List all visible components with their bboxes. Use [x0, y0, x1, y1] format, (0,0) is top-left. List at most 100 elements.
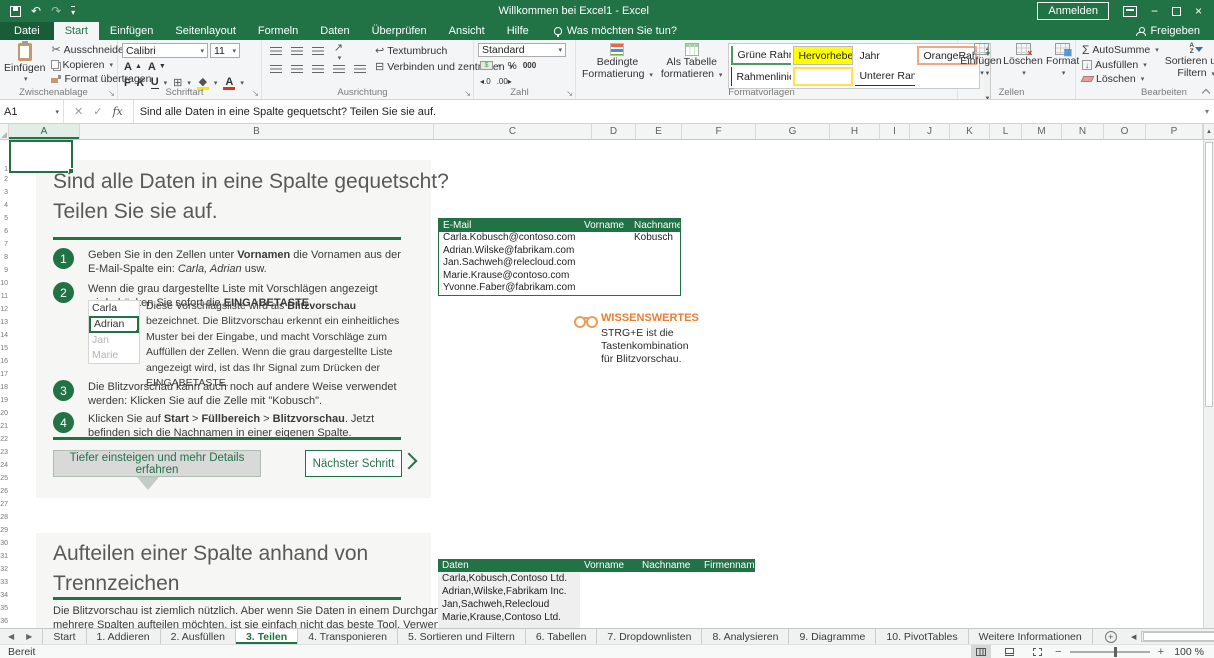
cell-style-unterer-rand[interactable]: Unterer Rand — [855, 67, 915, 86]
row-header[interactable]: 2 — [0, 173, 9, 186]
table-cell[interactable] — [630, 270, 680, 283]
select-all-corner[interactable] — [0, 124, 9, 139]
table-cell[interactable] — [580, 598, 638, 611]
restore-button[interactable] — [1172, 7, 1181, 16]
column-header-l[interactable]: L — [990, 124, 1022, 139]
orientation-button[interactable]: ↗▾ — [329, 44, 348, 60]
column-header-k[interactable]: K — [950, 124, 990, 139]
table-cell[interactable] — [638, 572, 700, 585]
row-header[interactable]: 11 — [0, 290, 9, 303]
table-cell[interactable] — [580, 611, 638, 624]
accounting-format-button[interactable]: $▾ — [478, 58, 504, 73]
row-header[interactable]: 21 — [0, 420, 9, 433]
page-layout-view-button[interactable] — [999, 645, 1019, 658]
table-cell[interactable] — [630, 282, 680, 295]
zoom-slider-thumb[interactable] — [1114, 647, 1117, 657]
number-format-select[interactable]: Standard▾ — [478, 43, 566, 57]
table-cell[interactable]: Yvonne.Faber@fabrikam.com — [439, 282, 580, 295]
insert-function-icon[interactable]: fx — [112, 105, 122, 118]
column-header-o[interactable]: O — [1104, 124, 1146, 139]
table-cell[interactable] — [630, 257, 680, 270]
table-cell[interactable] — [580, 270, 630, 283]
increase-indent-button[interactable] — [350, 62, 369, 78]
table-cell[interactable] — [700, 572, 755, 585]
row-header[interactable]: 27 — [0, 498, 9, 511]
align-bottom-button[interactable] — [308, 44, 327, 60]
row-header[interactable]: 36 — [0, 615, 9, 628]
horizontal-scrollbar[interactable]: ◀ ▶ — [1129, 629, 1214, 644]
normal-view-button[interactable] — [971, 645, 991, 658]
table-cell[interactable] — [580, 572, 638, 585]
row-header[interactable]: 6 — [0, 225, 9, 238]
ribbon-display-options-icon[interactable] — [1123, 6, 1137, 17]
column-header-a[interactable]: A — [9, 124, 80, 139]
row-header[interactable]: 3 — [0, 186, 9, 199]
row-header[interactable]: 25 — [0, 472, 9, 485]
table-cell[interactable] — [580, 282, 630, 295]
tab-seitenlayout[interactable]: Seitenlayout — [164, 22, 247, 40]
percent-button[interactable]: % — [506, 58, 519, 73]
row-header[interactable]: 12 — [0, 303, 9, 316]
column-header-p[interactable]: P — [1146, 124, 1203, 139]
table-cell[interactable] — [638, 598, 700, 611]
row-header[interactable]: 9 — [0, 264, 9, 277]
tell-me-box[interactable]: Was möchten Sie tun? — [540, 22, 677, 40]
align-center-button[interactable] — [287, 62, 306, 78]
decrease-indent-button[interactable] — [329, 62, 348, 78]
row-header[interactable]: 32 — [0, 563, 9, 576]
row-header[interactable]: 18 — [0, 381, 9, 394]
cell-style-rahmenlinie[interactable]: Rahmenlinie... — [731, 67, 791, 86]
comma-style-button[interactable]: 000 — [521, 58, 538, 73]
font-name-select[interactable]: Calibri▾ — [122, 43, 208, 58]
align-middle-button[interactable] — [287, 44, 306, 60]
table-cell[interactable]: Marie.Krause@contoso.com — [439, 270, 580, 283]
tab-ueberpruefen[interactable]: Überprüfen — [361, 22, 438, 40]
align-top-button[interactable] — [266, 44, 285, 60]
tab-daten[interactable]: Daten — [309, 22, 360, 40]
cancel-icon[interactable]: ✕ — [74, 105, 83, 118]
customize-qat-icon[interactable]: ▾ — [71, 6, 75, 17]
column-header-c[interactable]: C — [434, 124, 592, 139]
row-header[interactable]: 7 — [0, 238, 9, 251]
new-sheet-button[interactable]: + — [1093, 629, 1129, 644]
table-cell[interactable]: Carla,Kobusch,Contoso Ltd. — [438, 572, 580, 585]
undo-icon[interactable]: ↶ — [31, 5, 41, 17]
dialog-launcher-icon[interactable]: ↘ — [252, 89, 259, 98]
fill-button[interactable]: ↓Ausfüllen▾ — [1080, 58, 1161, 72]
column-header-e[interactable]: E — [636, 124, 682, 139]
share-button[interactable]: Freigeben — [1136, 22, 1214, 40]
row-header[interactable]: 1 — [0, 140, 9, 173]
sheet-tab-addieren[interactable]: 1. Addieren — [87, 629, 161, 644]
row-header[interactable]: 10 — [0, 277, 9, 290]
sheet-tab-transponieren[interactable]: 4. Transponieren — [298, 629, 398, 644]
redo-icon[interactable]: ↷ — [51, 5, 61, 17]
format-as-table-button[interactable]: Als Tabelleformatieren ▾ — [659, 43, 725, 86]
table-cell[interactable]: Kobusch — [630, 232, 680, 245]
align-left-button[interactable] — [266, 62, 285, 78]
dialog-launcher-icon[interactable]: ↘ — [108, 89, 115, 98]
vertical-scrollbar-thumb[interactable] — [1205, 142, 1213, 407]
row-header[interactable]: 13 — [0, 316, 9, 329]
row-header[interactable]: 24 — [0, 459, 9, 472]
tab-start[interactable]: Start — [54, 22, 99, 40]
row-header[interactable]: 8 — [0, 251, 9, 264]
row-header[interactable]: 17 — [0, 368, 9, 381]
table-cell[interactable]: Carla.Kobusch@contoso.com — [439, 232, 580, 245]
table-cell[interactable]: Jan.Sachweh@relecloud.com — [439, 257, 580, 270]
column-header-d[interactable]: D — [592, 124, 636, 139]
row-header[interactable]: 33 — [0, 576, 9, 589]
enter-icon[interactable]: ✓ — [93, 105, 102, 118]
table-cell[interactable] — [700, 611, 755, 624]
cell-style-blank[interactable] — [793, 67, 853, 86]
cell-style-gruene-rahmen[interactable]: Grüne Rahm... — [731, 46, 791, 65]
column-header-i[interactable]: I — [880, 124, 910, 139]
zoom-in-button[interactable]: + — [1158, 646, 1164, 658]
row-header[interactable]: 15 — [0, 342, 9, 355]
sheet-tab-ausfuellen[interactable]: 2. Ausfüllen — [161, 629, 236, 644]
row-header[interactable]: 26 — [0, 485, 9, 498]
conditional-formatting-button[interactable]: BedingteFormatierung ▾ — [580, 43, 655, 86]
tab-datei[interactable]: Datei — [0, 22, 54, 40]
tab-ansicht[interactable]: Ansicht — [438, 22, 496, 40]
column-header-b[interactable]: B — [80, 124, 434, 139]
close-button[interactable]: × — [1195, 5, 1202, 17]
